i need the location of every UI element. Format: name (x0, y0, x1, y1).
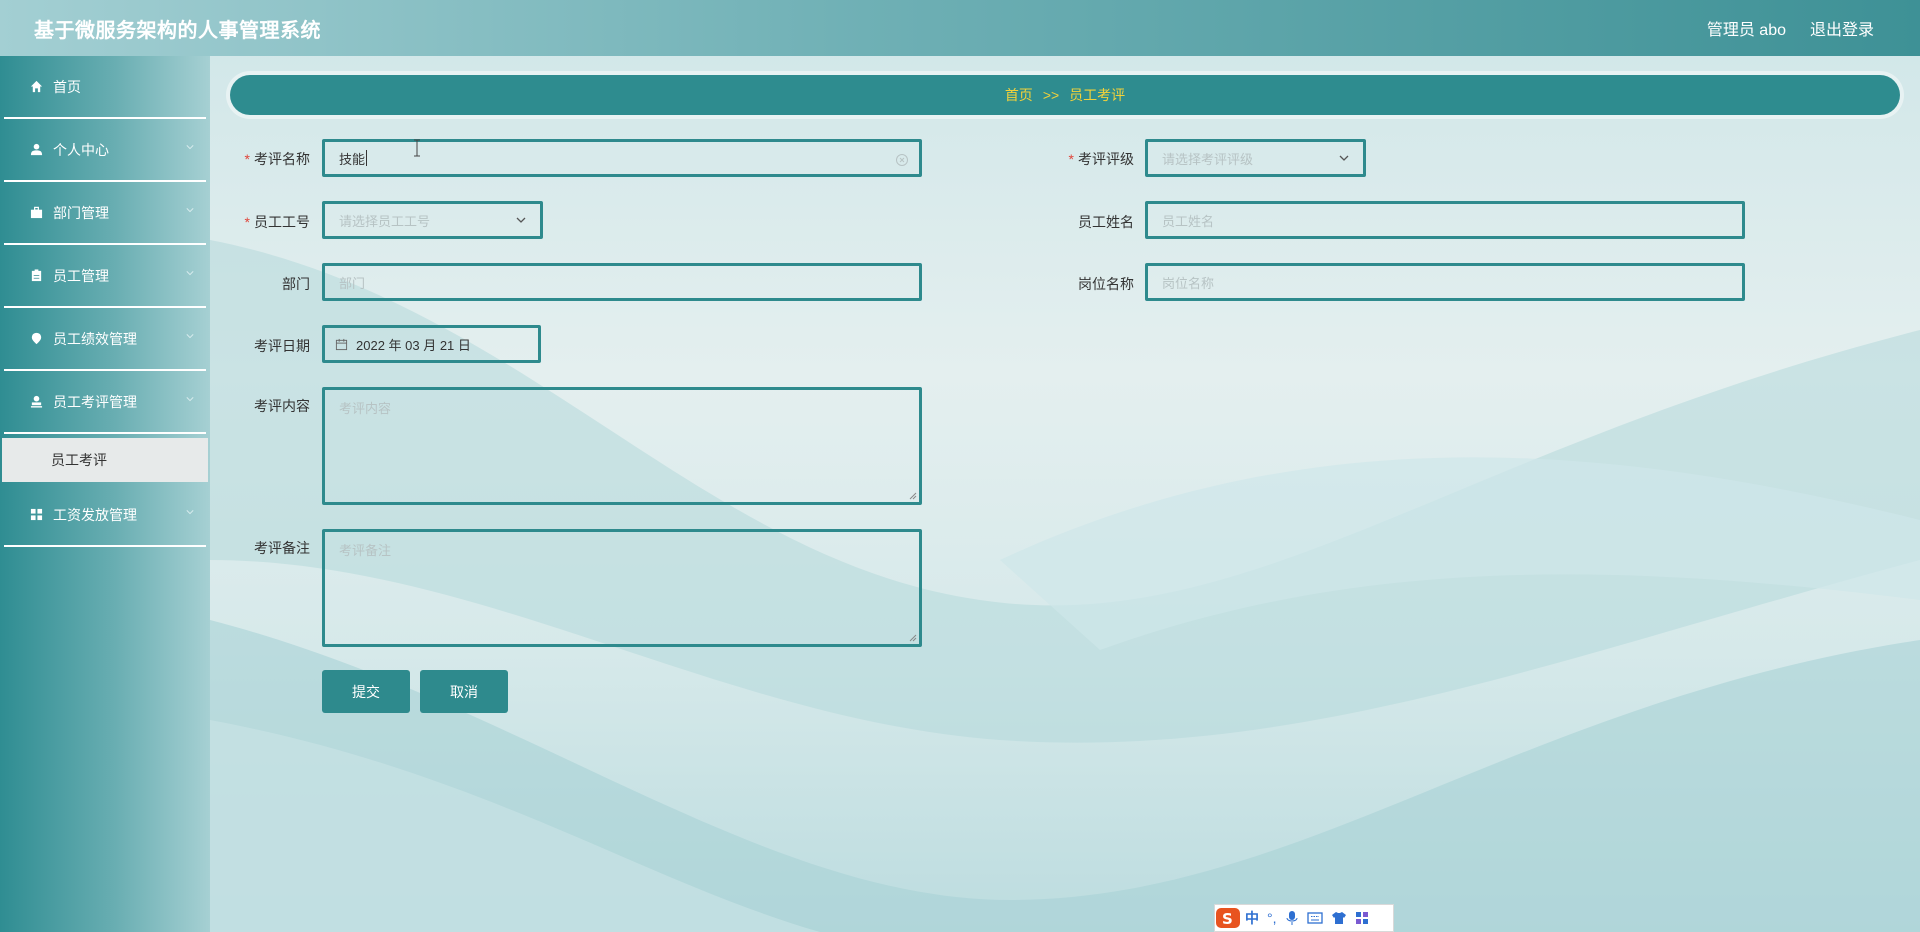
evaluation-name-value: 技能 (339, 151, 366, 167)
employee-id-placeholder: 请选择员工工号 (339, 213, 431, 229)
app-title: 基于微服务架构的人事管理系统 (34, 20, 321, 42)
chevron-down-icon (1339, 155, 1349, 161)
required-mark: * (244, 214, 250, 230)
ime-toolbar: S 中 °, (1214, 904, 1394, 932)
briefcase-icon (29, 206, 43, 220)
evaluation-grade-placeholder: 请选择考评评级 (1162, 151, 1254, 167)
position-placeholder: 岗位名称 (1162, 275, 1215, 291)
cancel-button[interactable]: 取消 (420, 670, 508, 713)
clipboard-icon (29, 269, 43, 283)
sidebar-item-home[interactable]: 首页 (4, 56, 206, 119)
sidebar-item-label: 部门管理 (53, 204, 109, 221)
breadcrumb-home[interactable]: 首页 (1005, 85, 1033, 105)
sidebar-item-label: 首页 (53, 78, 81, 95)
chevron-down-icon (186, 271, 194, 276)
position-input[interactable]: 岗位名称 (1145, 263, 1745, 301)
logout-link[interactable]: 退出登录 (1810, 16, 1874, 40)
evaluation-date-value: 2022 年 03 月 21 日 (356, 337, 471, 353)
sidebar-subitem-employee-evaluation[interactable]: 员工考评 (2, 438, 208, 482)
sidebar-item-label: 员工管理 (53, 267, 109, 284)
ime-language-toggle[interactable]: 中 (1245, 908, 1259, 928)
toolbox-grid-icon[interactable] (1355, 911, 1369, 925)
home-icon (29, 80, 43, 94)
background-silk-waves (210, 240, 1920, 932)
sidebar-item-salary[interactable]: 工资发放管理 (4, 484, 206, 547)
user-icon (29, 143, 43, 157)
evaluation-date-label: 考评日期 (254, 338, 310, 354)
sidebar-item-label: 工资发放管理 (53, 506, 137, 523)
sidebar-item-personal-center[interactable]: 个人中心 (4, 119, 206, 182)
chevron-down-icon (516, 217, 526, 223)
employee-name-placeholder: 员工姓名 (1162, 213, 1215, 229)
keyboard-icon[interactable] (1306, 911, 1323, 925)
required-mark: * (244, 151, 250, 167)
evaluation-grade-label: * 考评评级 (1068, 151, 1134, 167)
employee-name-label: 员工姓名 (1078, 214, 1134, 230)
text-cursor-icon (414, 139, 420, 157)
person-stamp-icon (29, 395, 43, 409)
sidebar-item-label: 员工考评管理 (53, 393, 137, 410)
required-mark: * (1068, 151, 1074, 167)
microphone-icon[interactable] (1285, 910, 1299, 926)
sidebar-item-label: 个人中心 (53, 141, 109, 158)
resize-handle-icon[interactable] (909, 492, 917, 500)
department-placeholder: 部门 (339, 275, 366, 291)
clear-icon[interactable] (895, 153, 909, 167)
ime-punctuation-toggle[interactable]: °, (1267, 910, 1277, 926)
employee-id-label: * 员工工号 (244, 214, 310, 230)
sogou-logo-icon[interactable]: S (1215, 906, 1241, 930)
location-icon (29, 332, 43, 346)
sidebar-item-department[interactable]: 部门管理 (4, 182, 206, 245)
breadcrumb: 首页 >> 员工考评 (230, 75, 1900, 115)
position-label: 岗位名称 (1078, 276, 1134, 292)
evaluation-note-label: 考评备注 (254, 540, 310, 556)
department-input[interactable]: 部门 (322, 263, 922, 301)
department-label: 部门 (282, 276, 310, 292)
evaluation-content-label: 考评内容 (254, 398, 310, 414)
evaluation-content-placeholder: 考评内容 (339, 401, 392, 416)
calendar-icon (335, 338, 348, 350)
chevron-down-icon (186, 510, 194, 515)
top-header: 基于微服务架构的人事管理系统 管理员 abo 退出登录 (0, 0, 1920, 56)
evaluation-note-placeholder: 考评备注 (339, 543, 392, 558)
grid-icon (29, 508, 43, 522)
resize-handle-icon[interactable] (909, 634, 917, 642)
evaluation-name-input[interactable]: 技能 (322, 139, 922, 177)
evaluation-note-textarea[interactable]: 考评备注 (322, 529, 922, 647)
sidebar-item-evaluation[interactable]: 员工考评管理 (4, 371, 206, 434)
evaluation-grade-select[interactable]: 请选择考评评级 (1145, 139, 1366, 177)
employee-id-select[interactable]: 请选择员工工号 (322, 201, 543, 239)
chevron-down-icon (186, 145, 194, 150)
svg-text:S: S (1222, 910, 1233, 928)
breadcrumb-current: 员工考评 (1069, 87, 1126, 103)
submit-button[interactable]: 提交 (322, 670, 410, 713)
sidebar-item-performance[interactable]: 员工绩效管理 (4, 308, 206, 371)
breadcrumb-separator: >> (1042, 87, 1060, 103)
sidebar: 首页 个人中心 部门管理 员工管理 员工绩效管理 员工考评管理 员工考评 工资发… (0, 56, 210, 932)
evaluation-content-textarea[interactable]: 考评内容 (322, 387, 922, 505)
evaluation-name-label: * 考评名称 (244, 151, 310, 167)
employee-name-input[interactable]: 员工姓名 (1145, 201, 1745, 239)
chevron-down-icon (186, 208, 194, 213)
current-user: 管理员 abo (1706, 22, 1786, 39)
chevron-down-icon (186, 334, 194, 339)
skin-shirt-icon[interactable] (1331, 911, 1347, 925)
sidebar-item-employee[interactable]: 员工管理 (4, 245, 206, 308)
chevron-down-icon (186, 397, 194, 402)
sidebar-item-label: 员工绩效管理 (53, 330, 137, 347)
evaluation-date-picker[interactable]: 2022 年 03 月 21 日 (322, 325, 541, 363)
